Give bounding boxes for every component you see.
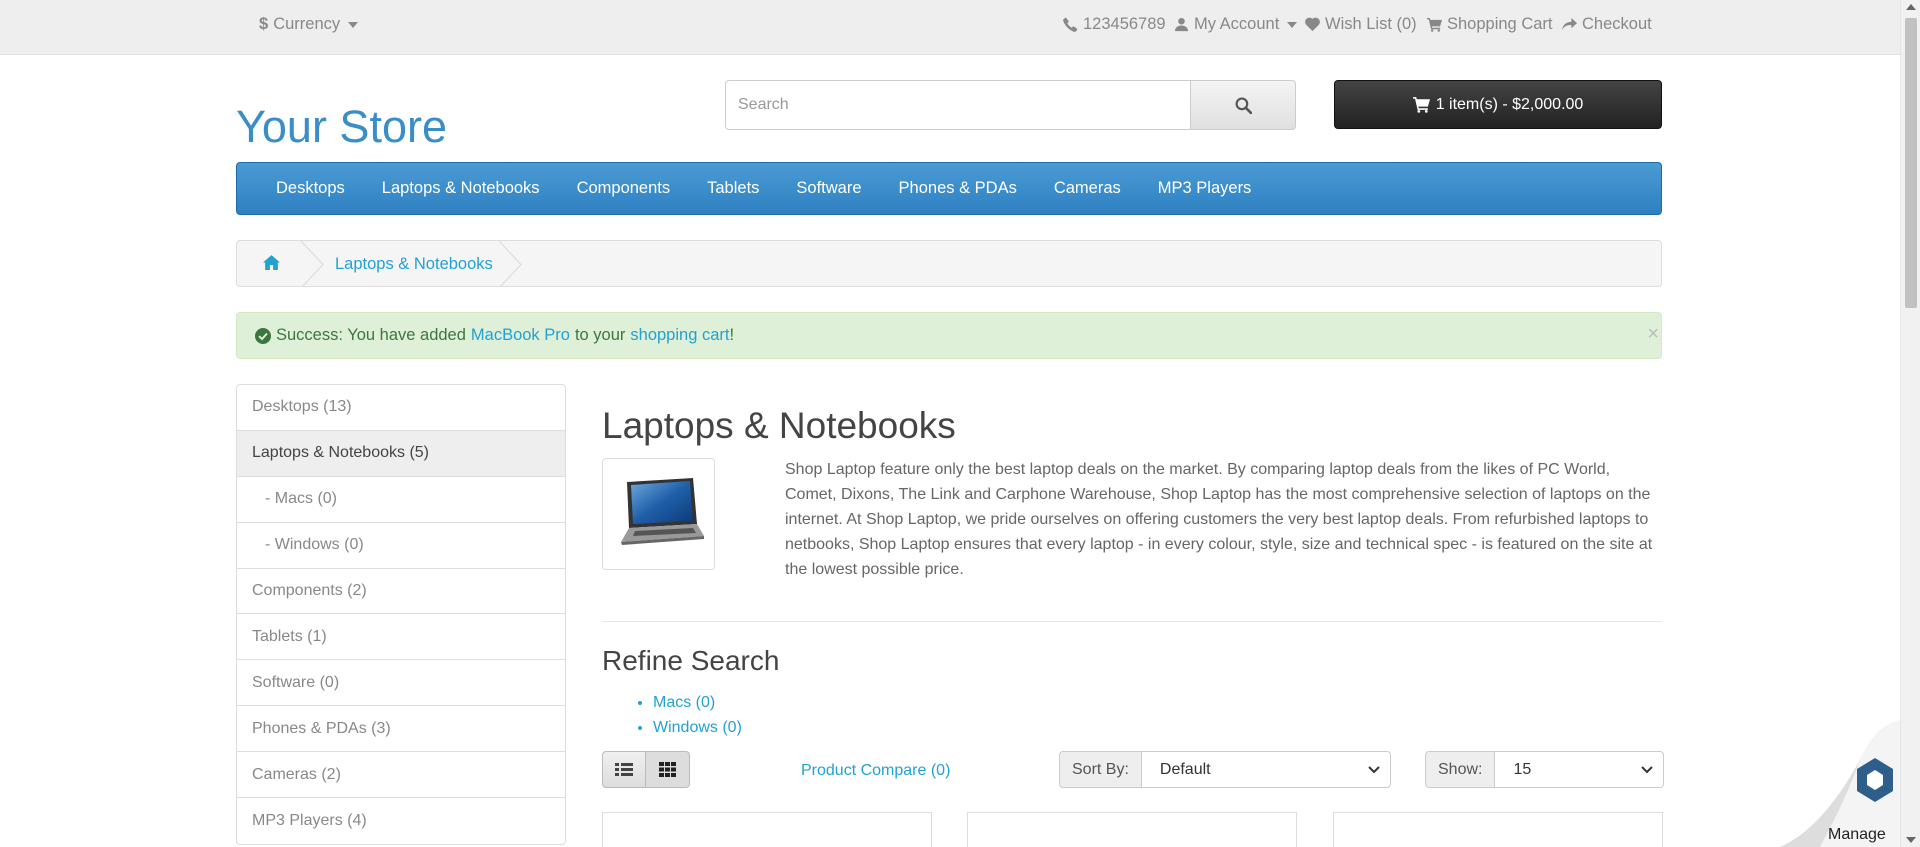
show-group: Show: 15 [1425,751,1665,788]
heart-icon [1305,17,1320,32]
caret-down-icon [348,21,359,28]
breadcrumb-laptops-link[interactable]: Laptops & Notebooks [335,255,493,274]
currency-label: Currency [273,15,341,33]
grid-icon [659,762,676,777]
refine-link-windows[interactable]: Windows (0) [653,719,742,736]
sidebar-item-windows[interactable]: - Windows (0) [237,523,565,569]
sidebar-item-software[interactable]: Software (0) [237,660,565,707]
checkout-label: Checkout [1582,15,1652,33]
page-title: Laptops & Notebooks [602,405,956,446]
show-label: Show: [1425,751,1496,788]
list-icon [615,763,633,776]
menu-item-laptops[interactable]: Laptops & Notebooks [382,179,540,198]
menu-item-mp3[interactable]: MP3 Players [1158,179,1252,198]
shopping-cart-link[interactable]: Shopping Cart [1427,15,1553,34]
sidebar-item-mp3[interactable]: MP3 Players (4) [237,798,565,844]
scrollbar-thumb[interactable] [1905,18,1917,308]
main-menu: Desktops Laptops & Notebooks Components … [236,162,1662,215]
category-sidebar: Desktops (13) Laptops & Notebooks (5) - … [236,384,566,845]
share-icon [1562,17,1577,31]
sidebar-item-macs[interactable]: - Macs (0) [237,477,565,523]
currency-dropdown[interactable]: $ Currency [259,15,359,34]
sort-by-label: Sort By: [1059,751,1142,788]
phone-icon [1063,17,1078,32]
product-card[interactable] [602,812,932,847]
menu-item-desktops[interactable]: Desktops [276,179,345,198]
menu-item-cameras[interactable]: Cameras [1054,179,1121,198]
checkout-link[interactable]: Checkout [1562,15,1652,34]
sort-by-group: Sort By: Default [1059,751,1391,788]
alert-cart-link[interactable]: shopping cart [630,326,729,345]
search-input[interactable] [725,80,1191,130]
cart-icon [1427,17,1442,32]
user-icon [1174,17,1189,32]
alert-product-link[interactable]: MacBook Pro [471,326,570,345]
show-select[interactable]: 15 [1495,751,1665,788]
top-bar: $ Currency 123456789 My Account Wish Lis… [0,0,1900,55]
cart-total-label: 1 item(s) - $2,000.00 [1435,95,1584,113]
view-toggle [602,751,690,788]
cart-icon [1412,97,1430,113]
list-item: Windows (0) [653,715,742,740]
shopping-cart-label: Shopping Cart [1447,15,1553,33]
wish-list-link[interactable]: Wish List (0) [1305,15,1417,34]
phone-number: 123456789 [1083,15,1166,33]
store-logo[interactable]: Your Store [236,101,447,153]
my-account-dropdown[interactable]: My Account [1174,15,1298,34]
breadcrumb: Laptops & Notebooks [236,240,1662,287]
breadcrumb-separator [499,241,522,286]
sort-by-value: Default [1159,760,1211,778]
search-button[interactable] [1191,80,1296,130]
caret-down-icon [1287,21,1298,28]
grid-view-button[interactable] [646,751,690,788]
alert-middle: to your [574,326,626,344]
refine-search-list: Macs (0) Windows (0) [653,690,742,740]
chevron-down-icon [1641,765,1654,773]
breadcrumb-separator [301,241,324,286]
sidebar-item-cameras[interactable]: Cameras (2) [237,752,565,799]
menu-item-software[interactable]: Software [796,179,861,198]
alert-suffix: ! [729,326,735,344]
sidebar-item-laptops[interactable]: Laptops & Notebooks (5) [237,430,565,477]
sidebar-item-desktops[interactable]: Desktops (13) [237,385,565,431]
home-icon[interactable] [263,254,280,271]
manage-label[interactable]: Manage [1828,826,1886,844]
product-card[interactable] [1333,812,1663,847]
category-description: Shop Laptop feature only the best laptop… [785,461,1653,578]
close-icon[interactable]: × [1647,323,1659,346]
product-card[interactable] [967,812,1297,847]
show-value: 15 [1513,760,1532,778]
scroll-down-icon[interactable] [1906,837,1916,843]
success-alert: Success: You have added MacBook Pro to y… [236,312,1662,359]
divider [602,621,1662,622]
sidebar-item-phones[interactable]: Phones & PDAs (3) [237,706,565,753]
category-image[interactable] [602,458,715,570]
sort-by-select[interactable]: Default [1141,751,1391,788]
my-account-label: My Account [1194,15,1280,33]
vertical-scrollbar[interactable] [1900,0,1920,847]
wish-list-label: Wish List (0) [1325,15,1417,33]
chevron-down-icon [1368,765,1380,773]
scroll-up-icon[interactable] [1906,4,1916,10]
menu-item-phones[interactable]: Phones & PDAs [899,179,1017,198]
menu-item-tablets[interactable]: Tablets [707,179,759,198]
refine-link-macs[interactable]: Macs (0) [653,694,715,711]
laptop-image [620,478,704,545]
menu-item-components[interactable]: Components [577,179,671,198]
check-circle-icon [255,327,271,344]
refine-search-title: Refine Search [602,645,780,676]
phone-link[interactable]: 123456789 [1063,15,1166,34]
list-view-button[interactable] [602,751,646,788]
sidebar-item-tablets[interactable]: Tablets (1) [237,614,565,661]
alert-prefix: Success: You have added [276,326,466,344]
search-icon [1235,97,1252,114]
dollar-icon: $ [259,15,269,33]
sidebar-item-components[interactable]: Components (2) [237,569,565,615]
product-compare-link[interactable]: Product Compare (0) [801,762,950,780]
cart-total-button[interactable]: 1 item(s) - $2,000.00 [1334,80,1662,129]
list-item: Macs (0) [653,690,742,715]
